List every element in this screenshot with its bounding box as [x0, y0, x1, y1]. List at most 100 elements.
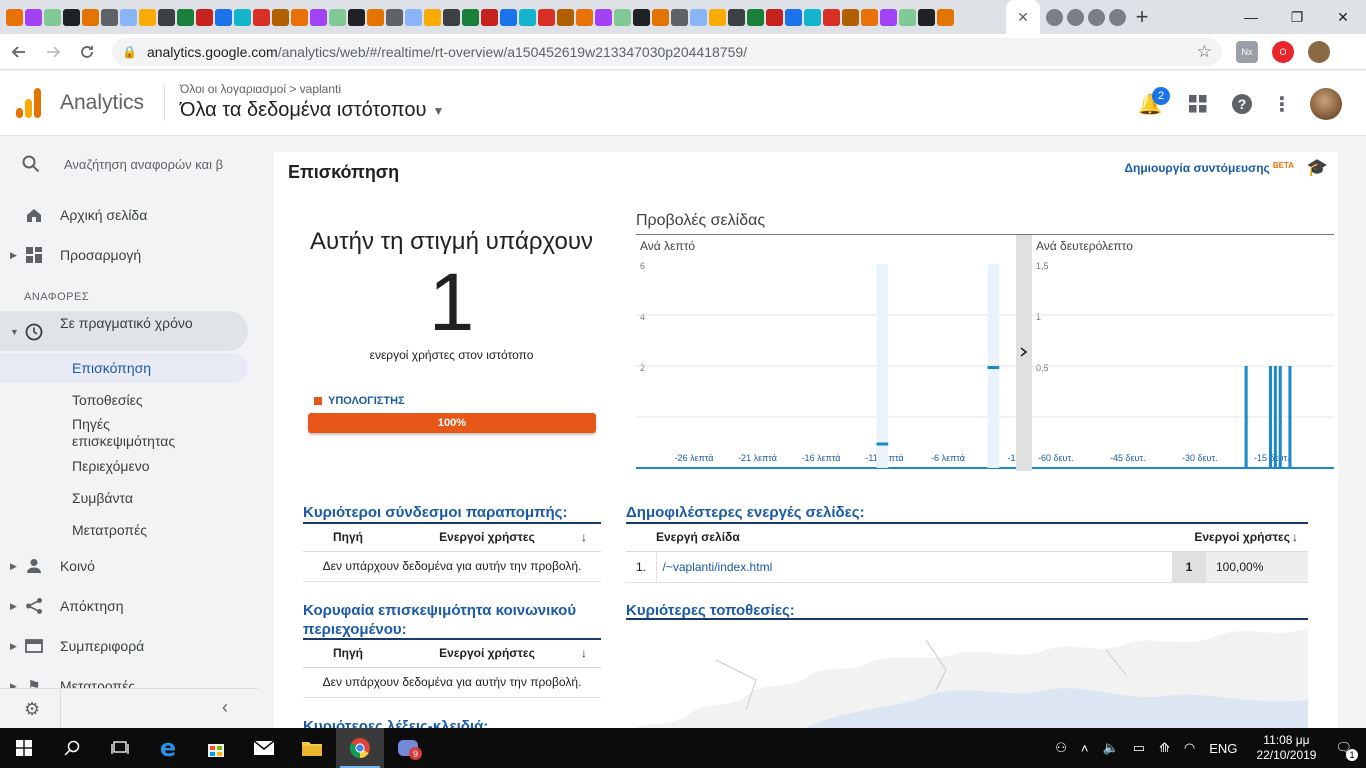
sort-arrow-icon[interactable]: ↓: [581, 638, 601, 668]
settings-gear-icon[interactable]: ⚙: [24, 699, 40, 720]
tab-favicon[interactable]: [538, 8, 555, 26]
tab-favicon[interactable]: [1109, 8, 1126, 26]
input-language[interactable]: ENG: [1209, 741, 1237, 756]
tab-favicon[interactable]: [310, 8, 327, 26]
wifi-icon[interactable]: ◠: [1184, 740, 1195, 756]
column-header-active-users[interactable]: Ενεργοί χρήστες: [393, 522, 581, 552]
tab-favicon[interactable]: [291, 8, 308, 26]
tab-favicon[interactable]: [728, 8, 745, 26]
close-tab-icon[interactable]: ✕: [1017, 9, 1029, 26]
tab-favicon[interactable]: [652, 8, 669, 26]
opera-extension-icon[interactable]: O: [1272, 40, 1294, 63]
tab-favicon[interactable]: [443, 8, 460, 26]
collapse-sidebar-icon[interactable]: ‹: [222, 697, 228, 718]
avatar[interactable]: [1310, 88, 1342, 120]
create-shortcut-link[interactable]: Δημιουργία συντόμευσης BETA: [1124, 161, 1294, 175]
tab-favicon[interactable]: [158, 8, 175, 26]
tab-favicon[interactable]: [215, 8, 232, 26]
tab-favicon[interactable]: [481, 8, 498, 26]
tab-favicon[interactable]: [253, 8, 270, 26]
account-breadcrumb[interactable]: Όλοι οι λογαριασμοί > vaplanti: [180, 82, 341, 96]
tab-favicon[interactable]: [671, 8, 688, 26]
tab-favicon[interactable]: [747, 8, 764, 26]
tab-favicon[interactable]: [139, 8, 156, 26]
tab-favicon[interactable]: [1046, 8, 1063, 26]
tab-favicon[interactable]: [234, 8, 251, 26]
tab-favicon[interactable]: [576, 8, 593, 26]
tab-favicon[interactable]: [880, 8, 897, 26]
tab-favicon[interactable]: [633, 8, 650, 26]
people-icon[interactable]: ⚇: [1055, 740, 1067, 756]
tab-favicon[interactable]: [196, 8, 213, 26]
column-header-source[interactable]: Πηγή: [303, 522, 393, 552]
view-selector[interactable]: Όλα τα δεδομένα ιστότοπου ▼: [180, 99, 444, 122]
column-header-active-users[interactable]: Ενεργοί χρήστες: [1172, 522, 1292, 552]
tab-favicon[interactable]: [177, 8, 194, 26]
tab-favicon[interactable]: [1088, 8, 1105, 26]
file-explorer-icon[interactable]: [288, 728, 336, 768]
tab-favicon[interactable]: [386, 8, 403, 26]
battery-icon[interactable]: ▭: [1133, 740, 1145, 756]
tab-favicon[interactable]: [82, 8, 99, 26]
tab-favicon[interactable]: [63, 8, 80, 26]
address-bar[interactable]: 🔒 analytics.google.com/analytics/web/#/r…: [112, 37, 1222, 66]
tab-favicon[interactable]: [424, 8, 441, 26]
more-options-icon[interactable]: ⋮: [1269, 91, 1295, 117]
mail-icon[interactable]: [240, 728, 288, 768]
chrome-taskbar-icon[interactable]: [336, 728, 384, 768]
tab-favicon[interactable]: [25, 8, 42, 26]
volume-icon[interactable]: 🔈: [1103, 740, 1119, 756]
close-window-button[interactable]: ✕: [1320, 0, 1366, 34]
tab-favicon[interactable]: [272, 8, 289, 26]
tray-overflow-icon[interactable]: ˄: [1081, 741, 1089, 756]
tab-favicon[interactable]: [367, 8, 384, 26]
action-center-icon[interactable]: 🗨 1: [1335, 740, 1358, 761]
tab-favicon[interactable]: [44, 8, 61, 26]
column-header-source[interactable]: Πηγή: [303, 638, 393, 668]
locations-map[interactable]: [626, 618, 1308, 728]
tab-favicon[interactable]: [500, 8, 517, 26]
sidebar-subitem-overview[interactable]: Επισκόπηση: [72, 360, 151, 377]
minimize-button[interactable]: —: [1228, 0, 1274, 34]
start-button[interactable]: [0, 728, 48, 768]
sidebar-item-realtime[interactable]: ▼ Σε πραγματικό χρόνο: [0, 315, 248, 349]
sidebar-item-acquisition[interactable]: ▶ Απόκτηση: [0, 596, 248, 616]
sidebar-subitem-locations[interactable]: Τοποθεσίες: [72, 392, 143, 409]
search-taskbar-icon[interactable]: [48, 728, 96, 768]
tab-favicon[interactable]: [690, 8, 707, 26]
column-header-active-users[interactable]: Ενεργοί χρήστες: [393, 638, 581, 668]
sidebar-subitem-traffic-sources[interactable]: Πηγές επισκεψιμότητας: [72, 416, 212, 450]
tab-favicon[interactable]: [785, 8, 802, 26]
sidebar-subitem-events[interactable]: Συμβάντα: [72, 490, 133, 507]
maximize-button[interactable]: ❐: [1274, 0, 1320, 34]
bookmark-star-icon[interactable]: ☆: [1197, 42, 1212, 62]
discord-icon[interactable]: 9: [384, 728, 432, 768]
sidebar-item-home[interactable]: Αρχική σελίδα: [0, 205, 248, 225]
report-search[interactable]: Αναζήτηση αναφορών και β: [0, 137, 258, 193]
tab-favicon[interactable]: [1067, 8, 1084, 26]
sidebar-subitem-conversions[interactable]: Μετατροπές: [72, 522, 147, 539]
active-tab[interactable]: ✕: [1006, 0, 1040, 34]
reload-button[interactable]: [72, 37, 102, 67]
tab-favicon[interactable]: [842, 8, 859, 26]
tab-favicon[interactable]: [6, 8, 23, 26]
tab-favicon[interactable]: [348, 8, 365, 26]
tab-favicon[interactable]: [519, 8, 536, 26]
tab-favicon[interactable]: [120, 8, 137, 26]
tab-favicon[interactable]: [899, 8, 916, 26]
tab-favicon[interactable]: [937, 8, 954, 26]
tab-favicon[interactable]: [101, 8, 118, 26]
tab-favicon[interactable]: [614, 8, 631, 26]
sidebar-item-customization[interactable]: ▶ Προσαρμογή: [0, 245, 248, 265]
tab-favicon[interactable]: [823, 8, 840, 26]
tab-favicon[interactable]: [557, 8, 574, 26]
help-icon[interactable]: ?: [1229, 91, 1255, 117]
tab-favicon[interactable]: [804, 8, 821, 26]
sort-arrow-icon[interactable]: ↓: [1292, 522, 1308, 552]
sidebar-subitem-content[interactable]: Περιεχόμενο: [72, 458, 150, 475]
edge-browser-icon[interactable]: e: [144, 728, 192, 768]
column-header-active-page[interactable]: Ενεργή σελίδα: [656, 522, 1172, 552]
profile-avatar-icon[interactable]: [1308, 40, 1330, 63]
apps-grid-icon[interactable]: [1185, 91, 1211, 117]
sidebar-item-behavior[interactable]: ▶ Συμπεριφορά: [0, 636, 248, 656]
